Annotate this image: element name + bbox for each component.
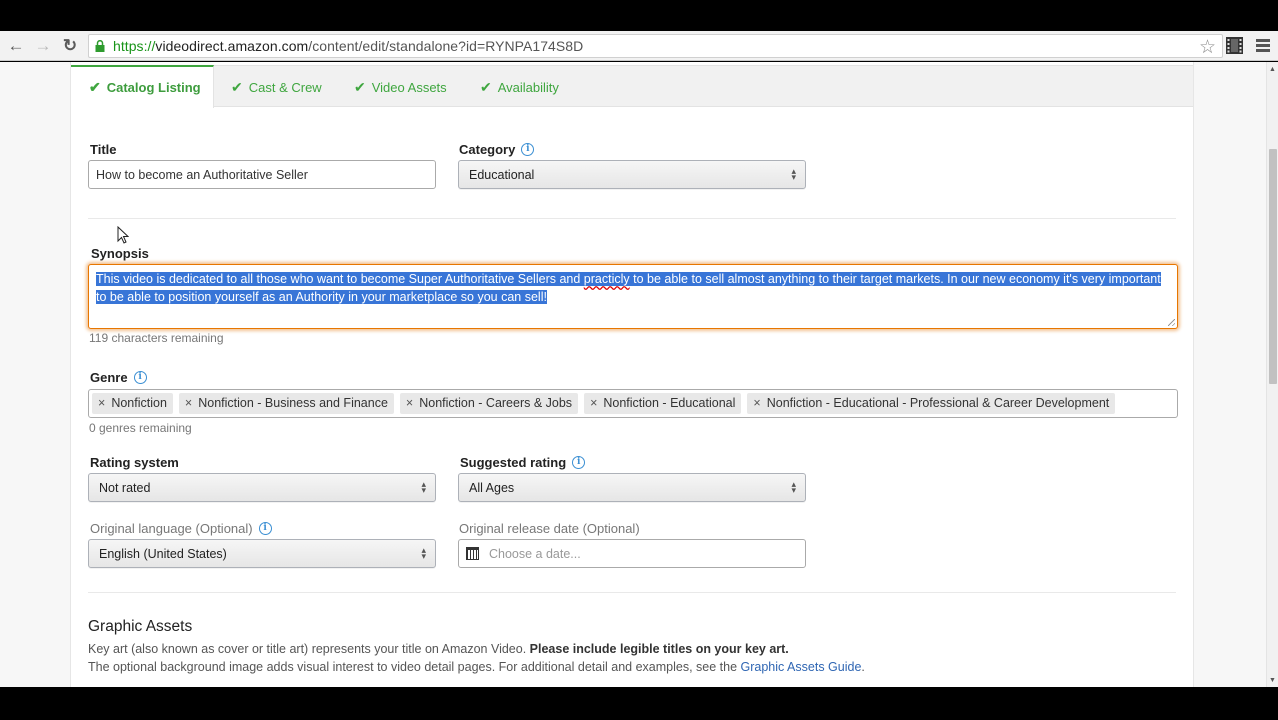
- remove-icon[interactable]: ×: [406, 396, 413, 414]
- description-text: Key art (also known as cover or title ar…: [88, 642, 530, 656]
- graphic-assets-description-1: Key art (also known as cover or title ar…: [88, 642, 789, 656]
- url-path: /content/edit/standalone?id=RYNPA174S8D: [308, 38, 584, 54]
- select-arrows-icon: ▴ ▾: [791, 479, 796, 495]
- tab-label: Video Assets: [371, 79, 447, 95]
- tab-label: Catalog Listing: [106, 80, 201, 95]
- lock-icon: [95, 40, 105, 52]
- graphic-assets-description-2: The optional background image adds visua…: [88, 660, 865, 674]
- original-language-label: Original language (Optional) i: [90, 521, 272, 536]
- vertical-scrollbar[interactable]: ▲ ▼: [1266, 62, 1278, 687]
- url-scheme: https://: [113, 38, 156, 54]
- url-host: videodirect.amazon.com: [155, 38, 309, 54]
- title-label: Title: [90, 142, 117, 157]
- release-date-label: Original release date (Optional): [459, 521, 640, 536]
- genre-chip: × Nonfiction - Business and Finance: [178, 393, 394, 414]
- genre-chip-label: Nonfiction - Business and Finance: [198, 396, 388, 410]
- scrollbar-thumb[interactable]: [1269, 149, 1277, 384]
- release-date-input[interactable]: Choose a date...: [458, 539, 806, 568]
- content-panel: ✔ Catalog Listing ✔ Cast & Crew ✔ Video …: [70, 62, 1194, 687]
- section-divider: [88, 218, 1176, 219]
- remove-icon[interactable]: ×: [185, 396, 192, 414]
- description-text: The optional background image adds visua…: [88, 660, 741, 674]
- release-date-placeholder: Choose a date...: [489, 547, 581, 561]
- select-arrows-icon: ▴ ▾: [421, 479, 426, 495]
- star-icon[interactable]: ☆: [1199, 36, 1216, 59]
- rating-system-label: Rating system: [90, 455, 179, 470]
- graphic-assets-heading: Graphic Assets: [88, 618, 193, 635]
- genre-chip: × Nonfiction - Educational: [584, 393, 742, 414]
- info-icon[interactable]: i: [521, 143, 535, 156]
- address-bar[interactable]: https://videodirect.amazon.com/content/e…: [88, 34, 1223, 58]
- synopsis-text: This video is dedicated to all those who…: [96, 272, 1161, 304]
- suggested-rating-value: All Ages: [469, 481, 515, 495]
- select-arrows-icon: ▴ ▾: [791, 166, 796, 182]
- screen: ← → ↻ https://videodirect.amazon.com/con…: [0, 0, 1278, 720]
- check-icon: ✔: [231, 78, 243, 95]
- reload-icon[interactable]: ↻: [59, 35, 81, 57]
- select-arrows-icon: ▴ ▾: [421, 545, 426, 561]
- hamburger-menu-icon[interactable]: [1256, 39, 1270, 52]
- description-bold-text: Please include legible titles on your ke…: [529, 642, 789, 656]
- synopsis-text-part1: This video is dedicated to all those who…: [96, 272, 584, 286]
- tab-label: Availability: [497, 79, 559, 95]
- tab-bar: ✔ Catalog Listing ✔ Cast & Crew ✔ Video …: [71, 65, 1193, 108]
- original-language-select[interactable]: English (United States) ▴ ▾: [88, 539, 436, 568]
- description-period: .: [861, 660, 865, 674]
- category-select[interactable]: Educational ▴ ▾: [458, 160, 806, 189]
- suggested-rating-select[interactable]: All Ages ▴ ▾: [458, 473, 806, 502]
- check-icon: ✔: [480, 78, 492, 95]
- forward-arrow-icon[interactable]: →: [32, 35, 54, 57]
- synopsis-label: Synopsis: [91, 246, 149, 261]
- url-text[interactable]: https://videodirect.amazon.com/content/e…: [113, 38, 583, 54]
- scroll-down-arrow-icon[interactable]: ▼: [1269, 677, 1276, 684]
- page-viewport: ✔ Catalog Listing ✔ Cast & Crew ✔ Video …: [0, 62, 1266, 687]
- genre-label-text: Genre: [90, 370, 128, 385]
- synopsis-characters-remaining: 119 characters remaining: [89, 331, 224, 345]
- remove-icon[interactable]: ×: [590, 396, 597, 414]
- genres-remaining: 0 genres remaining: [89, 421, 192, 435]
- info-icon[interactable]: i: [258, 522, 272, 535]
- genre-chip: × Nonfiction: [92, 393, 173, 414]
- tab-video-assets[interactable]: ✔ Video Assets: [354, 66, 447, 108]
- info-icon[interactable]: i: [133, 371, 147, 384]
- rating-system-value: Not rated: [99, 481, 151, 495]
- genre-chip-label: Nonfiction - Educational - Professional …: [766, 396, 1110, 410]
- synopsis-textarea[interactable]: This video is dedicated to all those who…: [88, 264, 1178, 329]
- genre-multiselect[interactable]: × Nonfiction × Nonfiction - Business and F…: [88, 389, 1178, 418]
- check-icon: ✔: [89, 79, 101, 95]
- tab-catalog-listing[interactable]: ✔ Catalog Listing: [71, 65, 214, 108]
- tab-availability[interactable]: ✔ Availability: [480, 66, 559, 108]
- remove-icon[interactable]: ×: [98, 396, 105, 414]
- browser-toolbar: ← → ↻ https://videodirect.amazon.com/con…: [0, 31, 1278, 61]
- tab-label: Cast & Crew: [248, 79, 322, 95]
- genre-chip-label: Nonfiction - Careers & Jobs: [419, 396, 573, 410]
- resize-grip-icon[interactable]: [1168, 319, 1175, 326]
- genre-chip-label: Nonfiction: [111, 396, 167, 410]
- genre-label: Genre i: [90, 370, 147, 385]
- calendar-icon[interactable]: [466, 547, 479, 560]
- genre-chip-label: Nonfiction - Educational: [603, 396, 736, 410]
- film-strip-icon[interactable]: [1226, 37, 1243, 54]
- misspelled-word: practicly: [583, 272, 630, 286]
- tab-cast-and-crew[interactable]: ✔ Cast & Crew: [231, 66, 322, 108]
- original-language-label-text: Original language (Optional): [90, 521, 253, 536]
- category-value: Educational: [469, 168, 535, 182]
- mouse-cursor-icon: [117, 226, 129, 244]
- info-icon[interactable]: i: [572, 456, 586, 469]
- original-language-value: English (United States): [99, 547, 227, 561]
- rating-system-select[interactable]: Not rated ▴ ▾: [88, 473, 436, 502]
- suggested-rating-label: Suggested rating i: [460, 455, 586, 470]
- graphic-assets-guide-link[interactable]: Graphic Assets Guide: [741, 660, 862, 674]
- scroll-up-arrow-icon[interactable]: ▲: [1269, 66, 1276, 73]
- genre-chip: × Nonfiction - Educational - Professional…: [747, 393, 1116, 414]
- title-input[interactable]: How to become an Authoritative Seller: [88, 160, 436, 189]
- back-arrow-icon[interactable]: ←: [5, 35, 27, 57]
- check-icon: ✔: [354, 78, 366, 95]
- section-divider: [88, 592, 1176, 593]
- suggested-rating-label-text: Suggested rating: [460, 455, 567, 470]
- remove-icon[interactable]: ×: [753, 396, 760, 414]
- category-label: Category i: [459, 142, 535, 157]
- category-label-text: Category: [459, 142, 516, 157]
- genre-chip: × Nonfiction - Careers & Jobs: [399, 393, 579, 414]
